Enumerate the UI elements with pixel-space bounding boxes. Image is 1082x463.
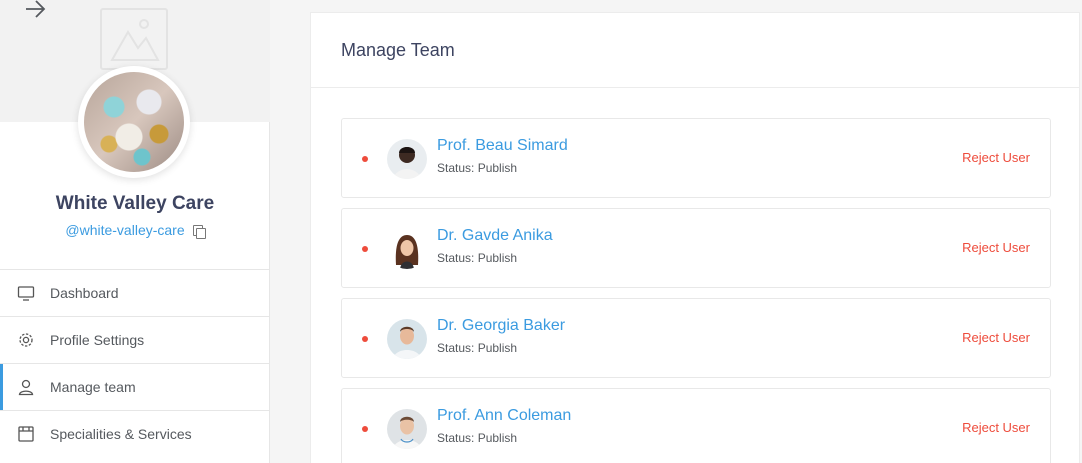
sidebar-item-label: Specialities & Services (50, 426, 192, 442)
profile-handle-row: @white-valley-care (0, 222, 270, 239)
sidebar-item-dashboard[interactable]: Dashboard (0, 269, 270, 316)
sidebar: White Valley Care @white-valley-care Das… (0, 0, 270, 463)
sidebar-item-specialities[interactable]: Specialities & Services (0, 410, 270, 457)
list-item: Dr. Gavde Anika Status: Publish Reject U… (341, 208, 1051, 288)
profile-name: White Valley Care (55, 193, 215, 214)
calendar-icon (18, 426, 34, 442)
reject-user-button[interactable]: Reject User (962, 330, 1030, 345)
page-title: Manage Team (311, 13, 1079, 88)
list-item: Prof. Beau Simard Status: Publish Reject… (341, 118, 1051, 198)
member-status: Status: Publish (437, 341, 518, 355)
profile-photo (84, 72, 184, 172)
sidebar-item-profile-settings[interactable]: Profile Settings (0, 316, 270, 363)
copy-icon[interactable] (192, 224, 206, 239)
reject-user-button[interactable]: Reject User (962, 150, 1030, 165)
team-list: Prof. Beau Simard Status: Publish Reject… (341, 118, 1051, 463)
reject-user-button[interactable]: Reject User (962, 240, 1030, 255)
member-status: Status: Publish (437, 251, 518, 265)
list-item: Dr. Georgia Baker Status: Publish Reject… (341, 298, 1051, 378)
sidebar-item-label: Profile Settings (50, 332, 145, 348)
avatar (387, 139, 427, 179)
member-name[interactable]: Prof. Ann Coleman (437, 407, 571, 425)
avatar (78, 66, 190, 178)
member-name[interactable]: Dr. Georgia Baker (437, 317, 565, 335)
member-status: Status: Publish (437, 431, 518, 445)
avatar (387, 319, 427, 359)
member-name[interactable]: Prof. Beau Simard (437, 137, 568, 155)
status-dot (362, 336, 368, 342)
arrow-right-icon[interactable] (22, 0, 48, 20)
list-item: Prof. Ann Coleman Status: Publish Reject… (341, 388, 1051, 463)
manage-team-card: Manage Team Prof. Beau Simard Status: Pu… (310, 12, 1080, 463)
sidebar-nav: Dashboard Profile Settings Manage team S… (0, 269, 270, 457)
reject-user-button[interactable]: Reject User (962, 420, 1030, 435)
sidebar-item-label: Manage team (50, 379, 136, 395)
status-dot (362, 246, 368, 252)
status-dot (362, 426, 368, 432)
avatar (387, 409, 427, 449)
image-placeholder-icon (100, 8, 168, 70)
status-dot (362, 156, 368, 162)
member-name[interactable]: Dr. Gavde Anika (437, 227, 553, 245)
member-status: Status: Publish (437, 161, 518, 175)
monitor-icon (17, 286, 35, 301)
avatar (387, 229, 427, 269)
gear-icon (19, 333, 33, 347)
user-icon (18, 379, 34, 396)
sidebar-item-label: Dashboard (50, 285, 119, 301)
profile-handle[interactable]: @white-valley-care (65, 222, 184, 238)
sidebar-item-manage-team[interactable]: Manage team (0, 363, 270, 410)
